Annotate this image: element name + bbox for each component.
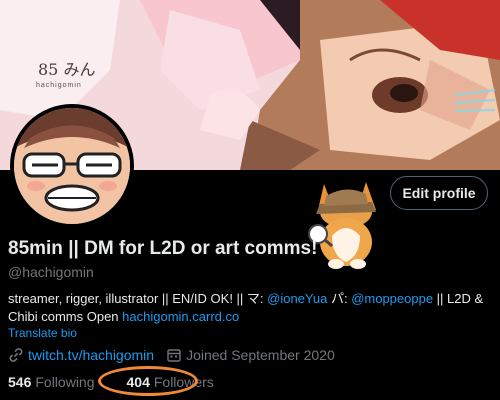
website-link[interactable]: twitch.tv/hachigomin: [28, 347, 154, 363]
edit-profile-button[interactable]: Edit profile: [390, 176, 488, 210]
banner-subtext: hachigomin: [36, 82, 82, 89]
profile-bio: streamer, rigger, illustrator || EN/ID O…: [8, 290, 488, 326]
follow-stats: 546 Following 404 Followers: [8, 374, 214, 390]
followers-link[interactable]: 404 Followers: [127, 374, 214, 390]
translate-bio-link[interactable]: Translate bio: [8, 326, 77, 340]
display-name: 85min || DM for L2D or art comms!: [8, 238, 318, 259]
calendar-icon: [166, 347, 182, 363]
link-icon: [8, 347, 24, 363]
followers-count: 404: [126, 374, 150, 390]
bio-mention-moppeoppe[interactable]: @moppeoppe: [351, 291, 433, 306]
avatar-face-icon: [14, 108, 130, 224]
corgi-sticker-icon: [306, 176, 388, 272]
bio-link-carrd[interactable]: hachigomin.carrd.co: [122, 309, 239, 324]
following-link[interactable]: 546 Following: [8, 374, 95, 390]
joined-item: Joined September 2020: [166, 347, 335, 363]
joined-date: Joined September 2020: [186, 347, 335, 363]
bio-text: パ:: [327, 291, 352, 306]
avatar[interactable]: [10, 104, 134, 228]
bio-mention-ioneyua[interactable]: @ioneYua: [267, 291, 327, 306]
bio-text: streamer, rigger, illustrator || EN/ID O…: [8, 291, 268, 306]
banner-signature: 85 みん: [38, 60, 96, 79]
followers-label: Followers: [153, 374, 214, 390]
following-label: Following: [35, 374, 95, 390]
following-count: 546: [8, 374, 32, 390]
website-item[interactable]: twitch.tv/hachigomin: [8, 347, 154, 363]
profile-meta: twitch.tv/hachigomin Joined September 20…: [8, 347, 347, 363]
username-handle: @hachigomin: [8, 264, 94, 280]
